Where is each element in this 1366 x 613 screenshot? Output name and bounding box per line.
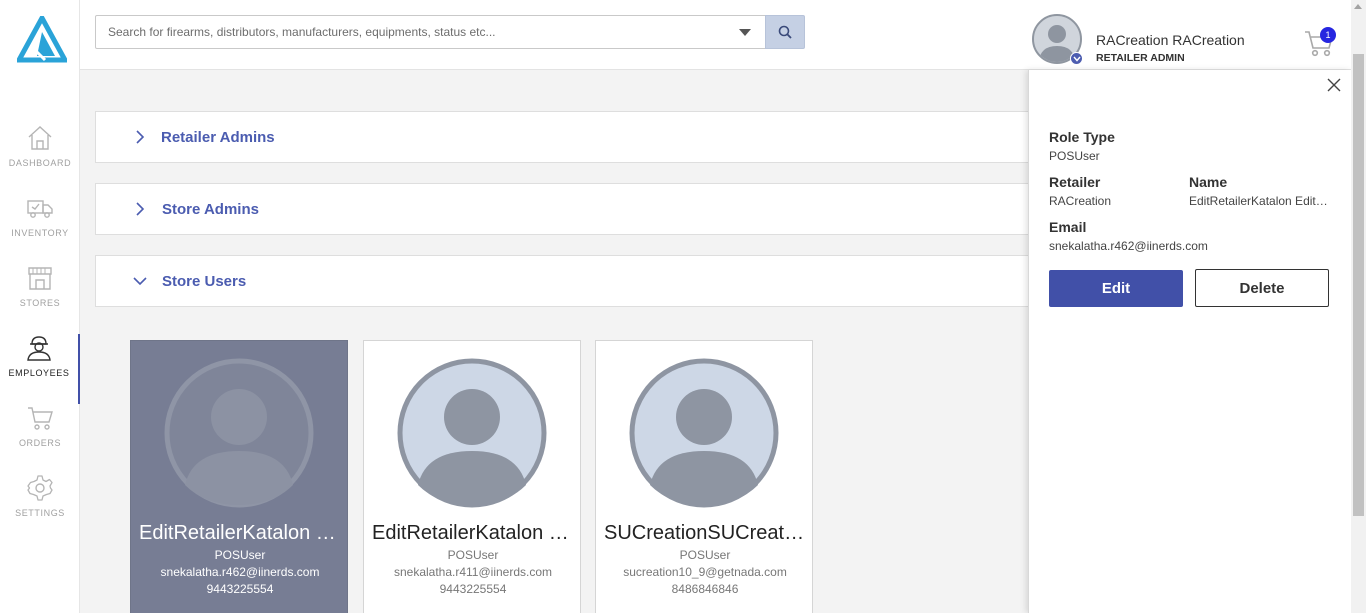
sidebar-item-settings[interactable]: SETTINGS (0, 474, 80, 544)
employee-icon (27, 336, 51, 361)
sidebar-item-label: STORES (19, 298, 61, 308)
sidebar-item-employees[interactable]: EMPLOYEES (0, 334, 80, 404)
user-card-phone: 9443225554 (439, 582, 507, 596)
profile-menu-toggle[interactable] (1070, 52, 1083, 65)
user-card[interactable]: EditRetailerKatalon EditRetailerKatalon … (363, 340, 581, 613)
user-placeholder-image (164, 358, 314, 508)
gear-icon (27, 475, 53, 501)
section-retailer-admins[interactable]: Retailer Admins (95, 111, 1035, 163)
chevron-right-icon (136, 130, 145, 144)
sidebar: DASHBOARD INVENTORY STORES EMPLOYEES ORD… (0, 0, 80, 613)
sidebar-item-dashboard[interactable]: DASHBOARD (0, 124, 80, 194)
email-label: Email (1049, 219, 1087, 235)
scrollbar-thumb[interactable] (1353, 54, 1364, 516)
user-card[interactable]: EditRetailerKatalon EditRetailerKatalon … (130, 340, 348, 613)
sidebar-item-label: ORDERS (18, 438, 62, 448)
section-store-users[interactable]: Store Users (95, 255, 1035, 307)
sidebar-item-label: DASHBOARD (8, 158, 72, 168)
user-card-role: POSUser (214, 548, 266, 562)
cart-icon (28, 407, 53, 430)
sidebar-item-label: EMPLOYEES (8, 368, 70, 378)
user-placeholder-image (397, 358, 547, 508)
retailer-value: RACreation (1049, 194, 1112, 208)
search-icon (778, 25, 792, 39)
user-card-phone: 9443225554 (206, 582, 274, 596)
section-title: Retailer Admins (161, 129, 275, 146)
user-card-name: SUCreationSUCreation SUCreation (604, 522, 806, 544)
cart-count-badge: 1 (1320, 27, 1336, 43)
sidebar-item-inventory[interactable]: INVENTORY (0, 194, 80, 264)
search-box (95, 15, 766, 49)
search-input[interactable] (96, 16, 716, 48)
page-scrollbar[interactable] (1351, 0, 1366, 613)
user-detail-panel: Role Type POSUser Retailer RACreation Na… (1028, 70, 1351, 613)
sidebar-item-label: INVENTORY (11, 228, 69, 238)
user-card-name: EditRetailerKatalon EditRetailerKatalon (372, 522, 574, 544)
chevron-right-icon (136, 202, 145, 216)
chevron-down-icon (133, 277, 147, 286)
scroll-up-arrow-icon[interactable] (1354, 4, 1362, 9)
user-name: RACreation RACreation (1096, 32, 1245, 48)
email-value: snekalatha.r462@iinerds.com (1049, 239, 1208, 253)
user-card-email: snekalatha.r462@iinerds.com (160, 565, 320, 579)
role-type-label: Role Type (1049, 129, 1115, 145)
section-store-admins[interactable]: Store Admins (95, 183, 1035, 235)
user-card-phone: 8486846846 (671, 582, 739, 596)
store-icon (28, 267, 52, 290)
section-title: Store Admins (162, 201, 259, 218)
top-header: RACreation RACreation RETAILER ADMIN 1 (80, 0, 1351, 70)
truck-icon (27, 200, 53, 218)
user-card-email: snekalatha.r411@iinerds.com (393, 565, 553, 579)
name-value: EditRetailerKatalon EditRetailerKatalon (1189, 194, 1329, 208)
search-button[interactable] (765, 15, 805, 49)
user-placeholder-image (629, 358, 779, 508)
sidebar-item-label: SETTINGS (15, 508, 65, 518)
home-icon (28, 126, 52, 150)
user-card-role: POSUser (679, 548, 731, 562)
name-label: Name (1189, 174, 1228, 190)
sidebar-item-orders[interactable]: ORDERS (0, 404, 80, 474)
delete-button[interactable]: Delete (1195, 269, 1329, 307)
user-role: RETAILER ADMIN (1096, 52, 1185, 64)
user-card-email: sucreation10_9@getnada.com (623, 565, 787, 579)
chevron-down-icon[interactable] (739, 29, 751, 36)
user-card[interactable]: SUCreationSUCreation SUCreation POSUser … (595, 340, 813, 613)
close-icon[interactable] (1327, 78, 1341, 92)
user-card-name: EditRetailerKatalon EditRetailerKatalon (139, 522, 341, 544)
sidebar-item-stores[interactable]: STORES (0, 264, 80, 334)
section-title: Store Users (162, 273, 247, 290)
retailer-label: Retailer (1049, 174, 1101, 190)
chevron-down-icon (1072, 56, 1081, 62)
edit-button[interactable]: Edit (1049, 270, 1183, 307)
app-logo[interactable] (14, 12, 70, 64)
role-type-value: POSUser (1049, 149, 1100, 163)
user-card-role: POSUser (447, 548, 499, 562)
